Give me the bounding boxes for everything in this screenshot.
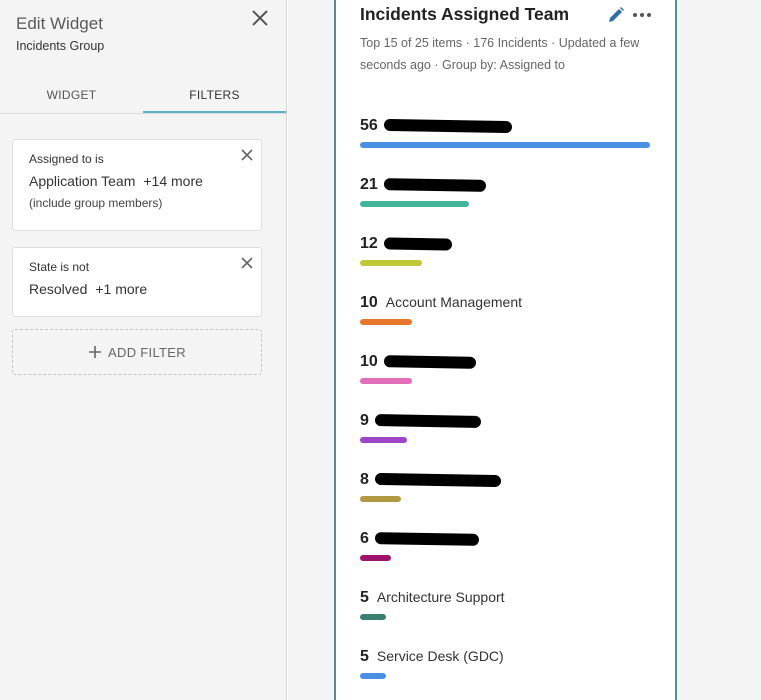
filter-value: Application Team +14 more — [29, 173, 245, 189]
filter-card-state[interactable]: State is not Resolved +1 more — [12, 247, 262, 317]
bar-label: Service Desk (GDC) — [376, 648, 504, 664]
bar-fill — [360, 378, 412, 384]
filter-more-count: +1 more — [95, 281, 148, 297]
tab-filters[interactable]: FILTERS — [143, 78, 286, 114]
close-icon[interactable] — [241, 256, 253, 269]
bar-fill — [360, 201, 469, 207]
bar-list-item[interactable]: 12 — [360, 235, 660, 275]
plus-icon — [89, 346, 102, 358]
bar-count: 10 — [360, 294, 378, 311]
bar-list-item[interactable]: 6 — [360, 530, 660, 570]
bar-fill — [360, 673, 386, 679]
filter-card-assigned-to[interactable]: Assigned to is Application Team +14 more … — [12, 139, 262, 231]
panel-subtitle: Incidents Group — [16, 39, 105, 53]
bar-count: 5 — [360, 648, 369, 665]
bar-count: 10 — [360, 353, 378, 370]
redacted-label — [374, 531, 480, 546]
bar-list-item[interactable]: 10 Account Management — [360, 294, 660, 334]
bar-count: 6 — [360, 530, 369, 547]
bar-fill — [360, 260, 422, 266]
tab-divider — [0, 113, 286, 114]
widget-card: Incidents Assigned Team Top 15 of 25 ite… — [334, 0, 677, 700]
widget-meta: Top 15 of 25 items · 176 Incidents · Upd… — [360, 36, 640, 72]
bar-fill — [360, 555, 391, 561]
bar-list-item[interactable]: 56 — [360, 117, 660, 157]
edit-widget-panel: Edit Widget Incidents Group WIDGET FILTE… — [0, 0, 287, 700]
panel-title: Edit Widget — [16, 14, 103, 33]
redacted-label — [383, 118, 512, 133]
bar-list-item[interactable]: 5 Architecture Support — [360, 589, 660, 629]
bar-count: 9 — [360, 412, 369, 429]
redacted-label — [374, 413, 482, 428]
redacted-label — [383, 354, 476, 369]
filter-note: (include group members) — [29, 196, 163, 210]
filter-value: Resolved +1 more — [29, 281, 245, 297]
redacted-label — [383, 237, 452, 251]
add-filter-button[interactable]: ADD FILTER — [12, 329, 262, 375]
bar-list-item[interactable]: 5 Service Desk (GDC) — [360, 648, 660, 688]
bar-label: Account Management — [385, 294, 522, 310]
more-horizontal-icon[interactable] — [632, 8, 652, 22]
bar-list-item[interactable]: 9 — [360, 412, 660, 452]
bar-list-item[interactable]: 10 — [360, 353, 660, 393]
widget-preview-area: Incidents Assigned Team Top 15 of 25 ite… — [288, 0, 761, 700]
tab-widget[interactable]: WIDGET — [0, 78, 143, 114]
close-icon[interactable] — [241, 148, 253, 161]
filter-value-text: Application Team — [29, 173, 136, 189]
bar-fill — [360, 437, 407, 443]
bar-label: Architecture Support — [376, 589, 505, 605]
bar-list-item[interactable]: 21 — [360, 176, 660, 216]
add-filter-label: ADD FILTER — [108, 344, 186, 360]
bar-count: 12 — [360, 235, 378, 252]
redacted-label — [374, 472, 502, 487]
bar-list-item[interactable]: 8 — [360, 471, 660, 511]
filter-label: State is not — [29, 260, 90, 274]
filter-more-count: +14 more — [143, 173, 203, 189]
panel-header: Edit Widget Incidents Group — [16, 14, 104, 53]
bar-count: 21 — [360, 176, 378, 193]
close-icon[interactable] — [248, 6, 272, 30]
bar-fill — [360, 614, 386, 620]
bar-count: 8 — [360, 471, 369, 488]
bar-count: 56 — [360, 117, 378, 134]
bar-fill — [360, 496, 401, 502]
bar-fill — [360, 142, 650, 148]
redacted-label — [383, 177, 486, 192]
widget-title: Incidents Assigned Team — [360, 4, 570, 24]
bar-count: 5 — [360, 589, 369, 606]
pencil-icon[interactable] — [607, 6, 625, 24]
filter-label: Assigned to is — [29, 152, 104, 166]
bar-fill — [360, 319, 412, 325]
filter-value-text: Resolved — [29, 281, 88, 297]
panel-tabs: WIDGET FILTERS — [0, 78, 286, 114]
